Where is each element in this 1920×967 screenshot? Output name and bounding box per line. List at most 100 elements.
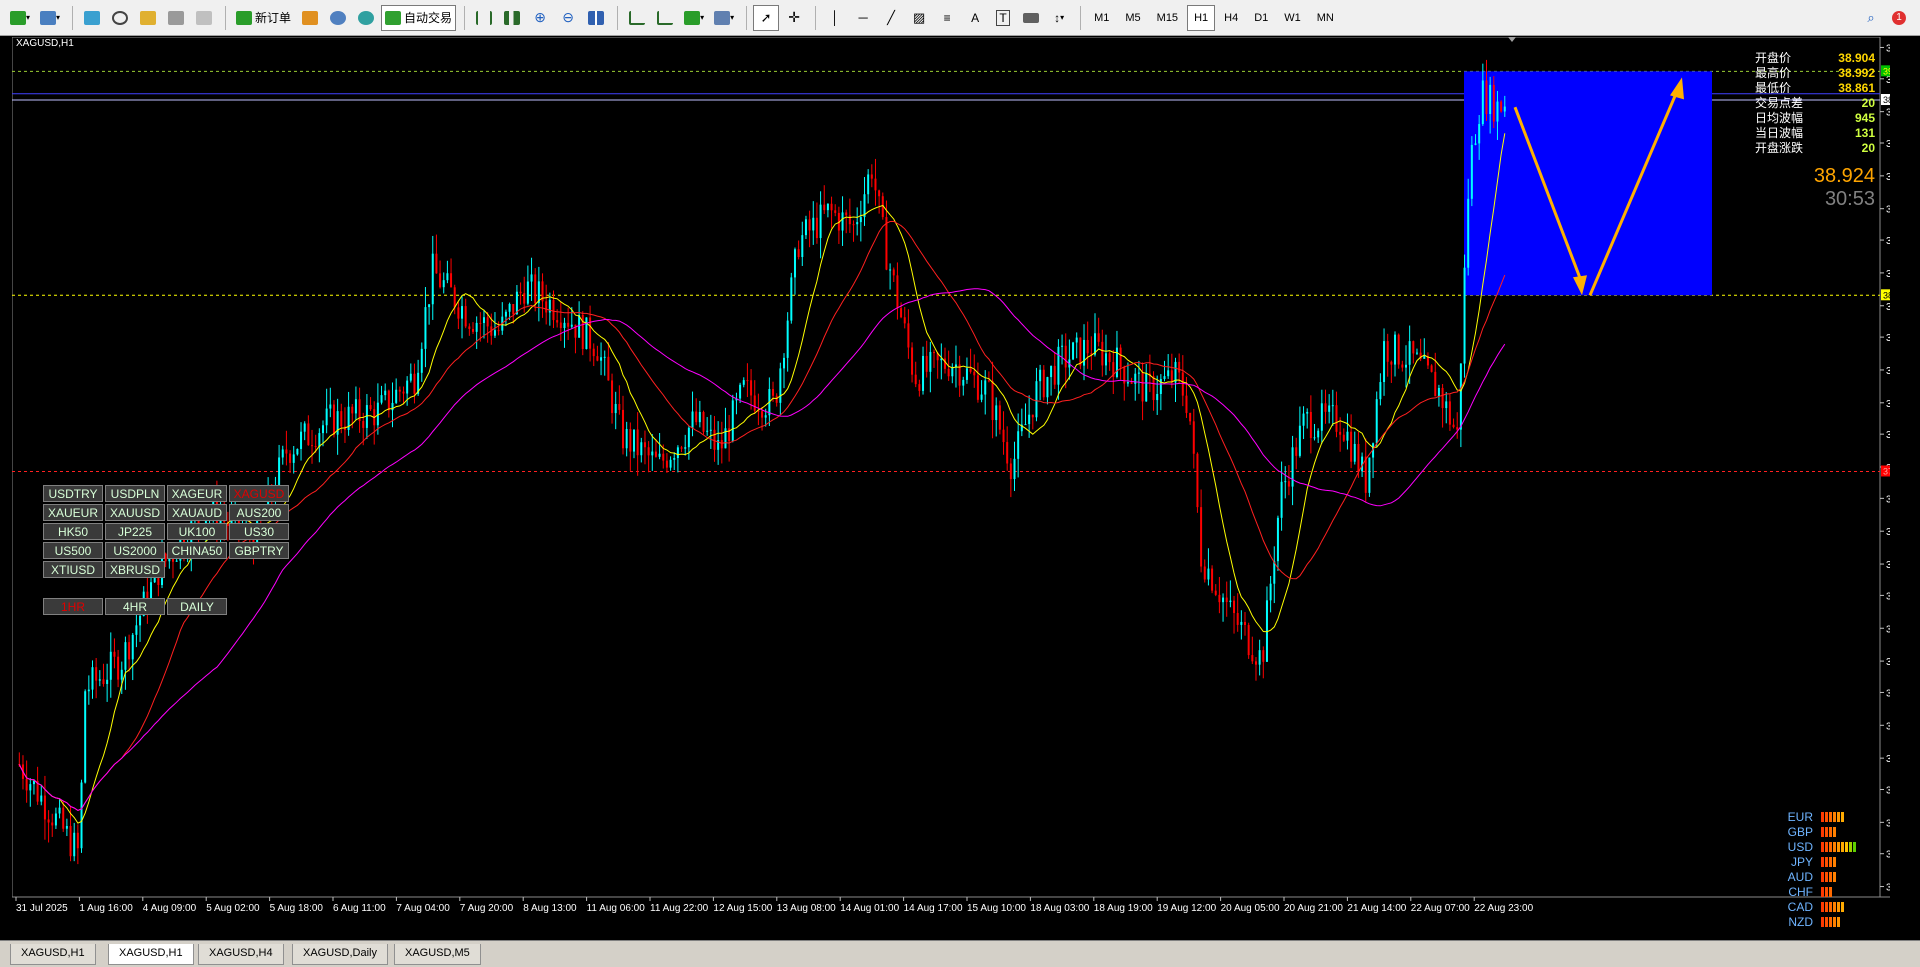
chart-tab[interactable]: XAGUSD,Daily	[292, 944, 388, 965]
candle-body	[1415, 352, 1418, 354]
search-button[interactable]: ⌕	[1858, 5, 1884, 31]
symbol-button[interactable]: XAUEUR	[43, 504, 103, 521]
symbol-button[interactable]: XAUUSD	[105, 504, 165, 521]
price-tick-label: 36.940	[1886, 688, 1890, 699]
time-tick-label: 20 Aug 21:00	[1284, 903, 1343, 914]
metaeditor-button[interactable]	[297, 5, 323, 31]
symbol-button[interactable]: AUS200	[229, 504, 289, 521]
toolbar-separator	[746, 5, 748, 30]
candle-body	[1280, 481, 1283, 518]
timeframe-quick-button[interactable]: DAILY	[167, 598, 227, 615]
chart-tab[interactable]: XAGUSD,H1	[108, 944, 194, 965]
symbol-button[interactable]: CHINA50	[167, 542, 227, 559]
candle-body	[1434, 371, 1437, 397]
time-tick-label: 12 Aug 15:00	[713, 903, 772, 914]
bar-chart-button[interactable]	[471, 5, 497, 31]
candle-body	[911, 347, 914, 375]
vertical-line-button[interactable]: │	[822, 5, 848, 31]
timeframe-m15[interactable]: M15	[1150, 5, 1185, 31]
symbol-button[interactable]: XTIUSD	[43, 561, 103, 578]
symbol-button[interactable]: USDPLN	[105, 485, 165, 502]
time-tick-label: 1 Aug 16:00	[79, 903, 133, 914]
text-label-button[interactable]: T	[990, 5, 1016, 31]
candle-body	[1287, 481, 1290, 487]
timeframe-quick-button[interactable]: 4HR	[105, 598, 165, 615]
data-window-button[interactable]	[135, 5, 161, 31]
symbol-button[interactable]: XAGEUR	[167, 485, 227, 502]
indicators-button[interactable]: ▾	[680, 5, 708, 31]
candle-body	[826, 203, 829, 211]
chart-tab[interactable]: XAGUSD,M5	[394, 944, 481, 965]
candle-body	[329, 404, 332, 409]
tile-windows-button[interactable]	[583, 5, 609, 31]
timeframe-m1[interactable]: M1	[1087, 5, 1116, 31]
profiles-button[interactable]: ▾	[36, 5, 64, 31]
candle-body	[925, 355, 928, 372]
candle-body	[1273, 561, 1276, 584]
candle-body	[815, 217, 818, 239]
timeframe-h4[interactable]: H4	[1217, 5, 1245, 31]
arrows-button[interactable]: ↕ ▾	[1046, 5, 1072, 31]
fibonacci-icon: ≡	[943, 10, 951, 25]
signals-button[interactable]	[353, 5, 379, 31]
periods-button[interactable]: ▾	[710, 5, 738, 31]
symbol-button[interactable]: XAGUSD	[229, 485, 289, 502]
notifications-button[interactable]: 1	[1886, 5, 1912, 31]
symbol-button[interactable]: XAUAUD	[167, 504, 227, 521]
navigator-button[interactable]	[107, 5, 133, 31]
chart-tab[interactable]: XAGUSD,H4	[198, 944, 284, 965]
candle-body	[651, 451, 654, 456]
candle-body	[1437, 387, 1440, 397]
chart-canvas[interactable]: 39.100 38.995 38.885 38.780 38.670 38.560 38.4…	[12, 37, 1890, 937]
terminal-button[interactable]	[163, 5, 189, 31]
rectangle-button[interactable]	[1018, 5, 1044, 31]
symbol-button[interactable]: USDTRY	[43, 485, 103, 502]
symbol-button[interactable]: HK50	[43, 523, 103, 540]
candle-body	[772, 389, 775, 396]
candle-body	[351, 406, 354, 414]
user-button[interactable]	[325, 5, 351, 31]
auto-trading-button[interactable]: 自动交易	[381, 4, 457, 31]
auto-scroll-button[interactable]	[624, 5, 650, 31]
symbol-button[interactable]: GBPTRY	[229, 542, 289, 559]
trendline-button[interactable]: ╱	[878, 5, 904, 31]
symbol-button[interactable]: JP225	[105, 523, 165, 540]
timeframe-quick-button[interactable]: 1HR	[43, 598, 103, 615]
zoom-in-button[interactable]: ⊕	[527, 5, 553, 31]
strength-bar	[1821, 871, 1824, 882]
candle-body	[1028, 414, 1031, 425]
timeframe-d1[interactable]: D1	[1247, 5, 1275, 31]
candle-body	[139, 615, 142, 626]
symbol-button[interactable]: UK100	[167, 523, 227, 540]
channel-button[interactable]: ▨	[906, 5, 932, 31]
crosshair-tool-button[interactable]: ✛	[781, 5, 807, 31]
vertical-line-icon: │	[831, 10, 840, 25]
text-tool-button[interactable]: A	[962, 5, 988, 31]
candle-chart-button[interactable]	[499, 5, 525, 31]
chart-shift-button[interactable]	[652, 5, 678, 31]
currency-label: JPY	[1790, 854, 1813, 869]
candle-body	[889, 269, 892, 271]
cursor-tool-button[interactable]: ➚	[753, 4, 780, 31]
fibonacci-button[interactable]: ≡	[934, 5, 960, 31]
symbol-button[interactable]: US2000	[105, 542, 165, 559]
candle-body	[461, 306, 464, 319]
time-tick-label: 31 Jul 2025	[16, 903, 68, 914]
horizontal-line-button[interactable]: ─	[850, 5, 876, 31]
symbol-button[interactable]: US30	[229, 523, 289, 540]
timeframe-mn[interactable]: MN	[1310, 5, 1341, 31]
chart-tab[interactable]: XAGUSD,H1	[10, 944, 96, 965]
symbol-button[interactable]: XBRUSD	[105, 561, 165, 578]
zoom-out-button[interactable]: ⊖	[555, 5, 581, 31]
timeframe-h1[interactable]: H1	[1187, 4, 1216, 31]
new-chart-button[interactable]: ▾	[6, 5, 34, 31]
new-order-button[interactable]: 新订单	[232, 5, 295, 31]
market-watch-button[interactable]	[79, 5, 105, 31]
candle-body	[731, 400, 734, 442]
symbol-button[interactable]: US500	[43, 542, 103, 559]
price-chart[interactable]: 39.100 38.995 38.885 38.780 38.670 38.560 38.4…	[12, 37, 1890, 937]
candle-body	[662, 453, 665, 461]
timeframe-w1[interactable]: W1	[1277, 5, 1308, 31]
tester-button[interactable]	[191, 5, 217, 31]
timeframe-m5[interactable]: M5	[1118, 5, 1147, 31]
